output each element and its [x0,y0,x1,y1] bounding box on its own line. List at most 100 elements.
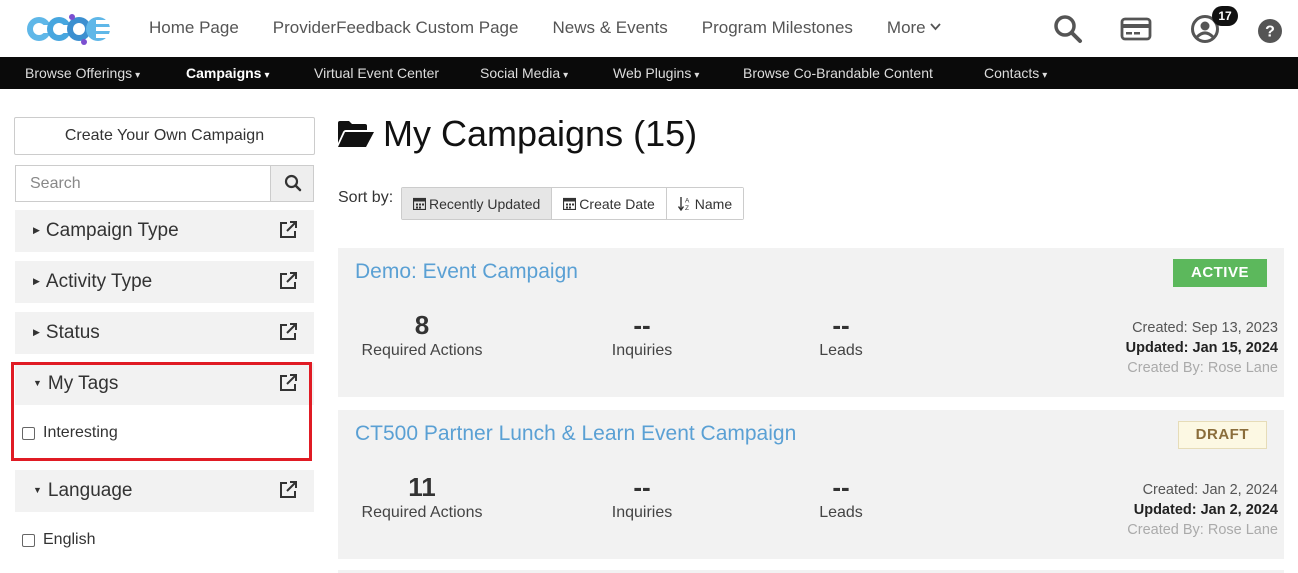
campaign-card: Demo: Event Campaign ACTIVE 8 Required A… [338,248,1284,397]
external-link-icon[interactable] [278,322,298,342]
page-title-text: My Campaigns (15) [383,113,698,154]
search-input[interactable] [16,166,271,201]
subnav-browse-offerings[interactable]: Browse Offerings ▾ [25,65,140,81]
chevron-down-icon: ▾ [563,70,569,81]
campaign-dates: Created: Sep 13, 2023 Updated: Jan 15, 2… [1126,318,1278,378]
metric-label: Inquiries [611,342,673,359]
top-header: Home Page ProviderFeedback Custom Page N… [0,0,1298,57]
ccoe-logo[interactable] [26,8,112,50]
required-actions-metric: 11 Required Actions [355,472,489,522]
nav-more-label: More [886,18,926,37]
facet-label-text: Status [45,322,100,343]
required-actions-metric: 8 Required Actions [355,310,489,360]
nav-provider-feedback[interactable]: ProviderFeedback Custom Page [273,18,519,38]
search-icon[interactable] [1053,14,1083,44]
created-by: Created By: Rose Lane [1127,360,1278,376]
chevron-down-icon: ▾ [694,70,700,81]
caret-down-icon: ▼ [33,485,42,495]
nav-news-events[interactable]: News & Events [552,18,667,38]
facet-status[interactable]: ▶ Status [15,312,314,354]
subnav-label: Social Media [480,65,561,81]
facet-label: ▶ Campaign Type [33,220,179,242]
metric-label: Required Actions [361,504,483,521]
credit-card-icon[interactable] [1120,14,1152,44]
status-badge: DRAFT [1177,421,1267,449]
help-circle-icon[interactable]: ? [1258,16,1282,46]
facet-label-text: Activity Type [45,271,153,292]
metric-value: -- [633,310,651,340]
campaign-card: CT500 Partner Lunch & Learn Event Campai… [338,410,1284,559]
folder-open-icon [338,121,374,147]
chevron-down-icon: ▾ [1042,70,1048,81]
search-field [15,165,314,202]
metric-value: -- [832,472,850,502]
metric-value: -- [633,472,651,502]
facet-label-text: Campaign Type [45,220,179,241]
sort-recently-updated-button[interactable]: Recently Updated [402,188,553,219]
sort-create-date-button[interactable]: Create Date [552,188,667,219]
calendar-icon [563,197,577,210]
subnav-social-media[interactable]: Social Media ▾ [480,65,568,81]
subnav-label: Campaigns [186,65,262,81]
sort-alpha-icon: AZ [677,197,690,211]
svg-text:Z: Z [685,205,689,211]
external-link-icon[interactable] [278,220,298,240]
campaign-name-link[interactable]: Demo: Event Campaign [355,260,578,284]
external-link-icon[interactable] [278,480,298,500]
leads-metric: -- Leads [791,472,891,522]
secondary-nav: Browse Offerings ▾ Campaigns ▾ Virtual Eve… [0,57,1298,89]
sort-button-group: Recently Updated Create Date AZ Name [401,187,745,220]
facet-campaign-type[interactable]: ▶ Campaign Type [15,210,314,252]
inquiries-metric: -- Inquiries [592,472,692,522]
subnav-campaigns[interactable]: Campaigns ▾ [186,65,270,81]
sort-label: Sort by: [338,189,394,206]
subnav-web-plugins[interactable]: Web Plugins ▾ [613,65,699,81]
updated-date: Updated: Jan 15, 2024 [1125,340,1278,356]
checkbox-label: English [43,531,96,548]
search-button[interactable] [270,166,313,201]
sort-name-button[interactable]: AZ Name [666,188,744,219]
metric-value: -- [832,310,850,340]
facet-activity-type[interactable]: ▶ Activity Type [15,261,314,303]
facet-label: ▶ Status [33,322,100,344]
metric-value: 8 [414,310,430,340]
nav-more[interactable]: More [887,18,941,38]
sort-option-label: Name [694,195,733,212]
external-link-icon[interactable] [278,271,298,291]
svg-text:A: A [685,198,690,205]
nav-home-page[interactable]: Home Page [149,18,239,38]
caret-right-icon: ▶ [33,276,40,286]
checkbox[interactable] [22,533,35,547]
subnav-contacts[interactable]: Contacts ▾ [984,65,1047,81]
notification-badge: 17 [1212,6,1238,26]
facet-label-text: Language [47,480,133,501]
main-nav: Home Page ProviderFeedback Custom Page N… [149,18,975,38]
inquiries-metric: -- Inquiries [592,310,692,360]
nav-program-milestones[interactable]: Program Milestones [702,18,853,38]
metric-label: Leads [819,342,863,359]
subnav-label: Browse Offerings [25,65,133,81]
metric-label: Inquiries [611,504,673,521]
subnav-browse-co-brandable[interactable]: Browse Co-Brandable Content [743,65,933,81]
page-title: My Campaigns (15) [337,113,697,155]
created-date: Created: Jan 2, 2024 [1142,482,1278,498]
search-icon [284,174,302,192]
language-option-english[interactable]: English [22,531,95,549]
facet-language[interactable]: ▼ Language [15,470,314,512]
campaign-name-link[interactable]: CT500 Partner Lunch & Learn Event Campai… [355,422,796,446]
create-campaign-button[interactable]: Create Your Own Campaign [14,117,315,155]
metric-label: Leads [819,504,863,521]
metric-label: Required Actions [361,342,483,359]
calendar-icon [413,197,426,210]
created-by: Created By: Rose Lane [1127,522,1278,538]
subnav-virtual-event-center[interactable]: Virtual Event Center [314,65,439,81]
updated-date: Updated: Jan 2, 2024 [1133,502,1278,518]
subnav-label: Web Plugins [613,65,692,81]
facet-label: ▼ Language [33,480,132,502]
created-date: Created: Sep 13, 2023 [1132,320,1278,336]
sort-option-label: Recently Updated [429,195,541,212]
caret-right-icon: ▶ [33,327,40,337]
chevron-down-icon: ▾ [264,70,270,81]
sort-option-label: Create Date [579,195,655,212]
highlight-box [11,362,312,461]
